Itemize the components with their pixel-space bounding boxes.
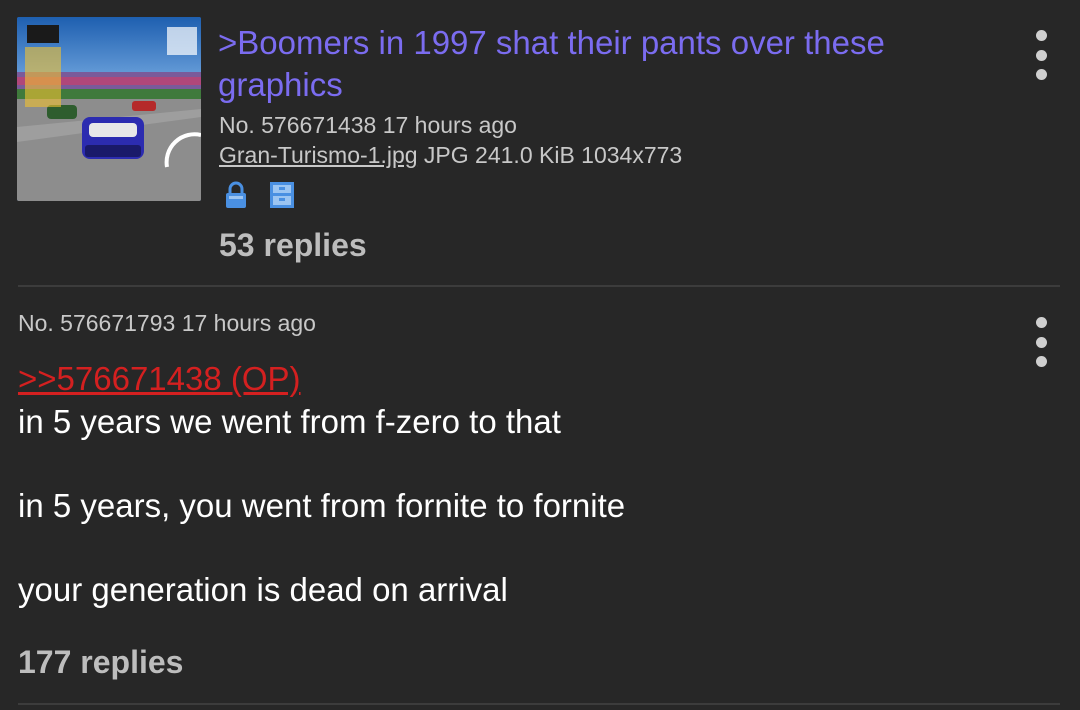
overflow-menu-icon[interactable] — [1026, 317, 1056, 367]
post-title-link[interactable]: >Boomers in 1997 shat their pants over t… — [218, 22, 978, 106]
file-details: JPG 241.0 KiB 1034x773 — [417, 142, 683, 168]
post-divider — [18, 703, 1060, 705]
post-body-line: in 5 years we went from f-zero to that — [18, 403, 561, 440]
overflow-menu-icon[interactable] — [1026, 30, 1056, 80]
post-meta: No. 576671438 17 hours ago — [219, 112, 517, 138]
replies-count[interactable]: 53 replies — [219, 227, 367, 264]
file-info-line: Gran-Turismo-1.jpg JPG 241.0 KiB 1034x77… — [219, 140, 682, 170]
op-post: >Boomers in 1997 shat their pants over t… — [0, 0, 1080, 287]
file-name-link[interactable]: Gran-Turismo-1.jpg — [219, 142, 418, 168]
replies-count[interactable]: 177 replies — [18, 644, 183, 681]
post-thumbnail[interactable] — [17, 17, 201, 201]
post-status-icons — [221, 180, 297, 210]
post-meta: No. 576671793 17 hours ago — [18, 310, 316, 336]
thumbnail-image — [17, 17, 201, 201]
quote-link[interactable]: >>576671438 (OP) — [18, 359, 301, 399]
post-body-line: in 5 years, you went from fornite to for… — [18, 487, 626, 524]
reply-post: No. 576671793 17 hours ago >>576671438 (… — [0, 287, 1080, 710]
lock-icon — [221, 180, 251, 210]
archive-icon — [267, 180, 297, 210]
post-body-line: your generation is dead on arrival — [18, 571, 508, 608]
